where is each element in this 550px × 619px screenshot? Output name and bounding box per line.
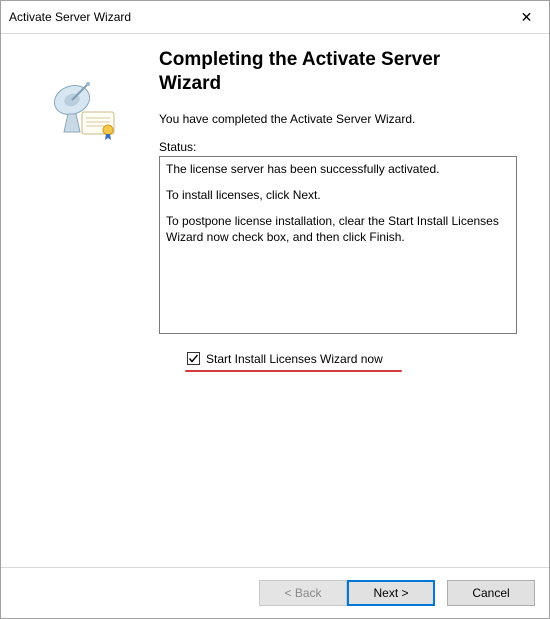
- wizard-body: Completing the Activate Server Wizard Yo…: [1, 34, 549, 567]
- status-line: To install licenses, click Next.: [166, 187, 510, 203]
- titlebar: Activate Server Wizard ✕: [1, 1, 549, 34]
- cancel-button[interactable]: Cancel: [447, 580, 535, 606]
- status-box: The license server has been successfully…: [159, 156, 517, 334]
- start-licenses-checkbox-row[interactable]: Start Install Licenses Wizard now: [187, 352, 533, 366]
- close-icon: ✕: [521, 9, 533, 26]
- wizard-window: Activate Server Wizard ✕: [0, 0, 550, 619]
- wizard-footer: < Back Next > Cancel: [1, 567, 549, 618]
- window-title: Activate Server Wizard: [9, 10, 504, 24]
- annotation-underline: [185, 370, 402, 372]
- wizard-content: Completing the Activate Server Wizard Yo…: [155, 46, 535, 567]
- checkbox-icon: [187, 352, 200, 365]
- next-button[interactable]: Next >: [347, 580, 435, 606]
- wizard-graphic-column: [15, 46, 155, 567]
- completion-text: You have completed the Activate Server W…: [159, 112, 533, 126]
- page-heading: Completing the Activate Server Wizard: [159, 48, 499, 96]
- status-line: To postpone license installation, clear …: [166, 213, 510, 245]
- back-button: < Back: [259, 580, 347, 606]
- satellite-dish-certificate-icon: [50, 76, 120, 146]
- checkbox-label: Start Install Licenses Wizard now: [206, 352, 383, 366]
- close-button[interactable]: ✕: [504, 1, 549, 33]
- status-label: Status:: [159, 140, 533, 154]
- status-line: The license server has been successfully…: [166, 161, 510, 177]
